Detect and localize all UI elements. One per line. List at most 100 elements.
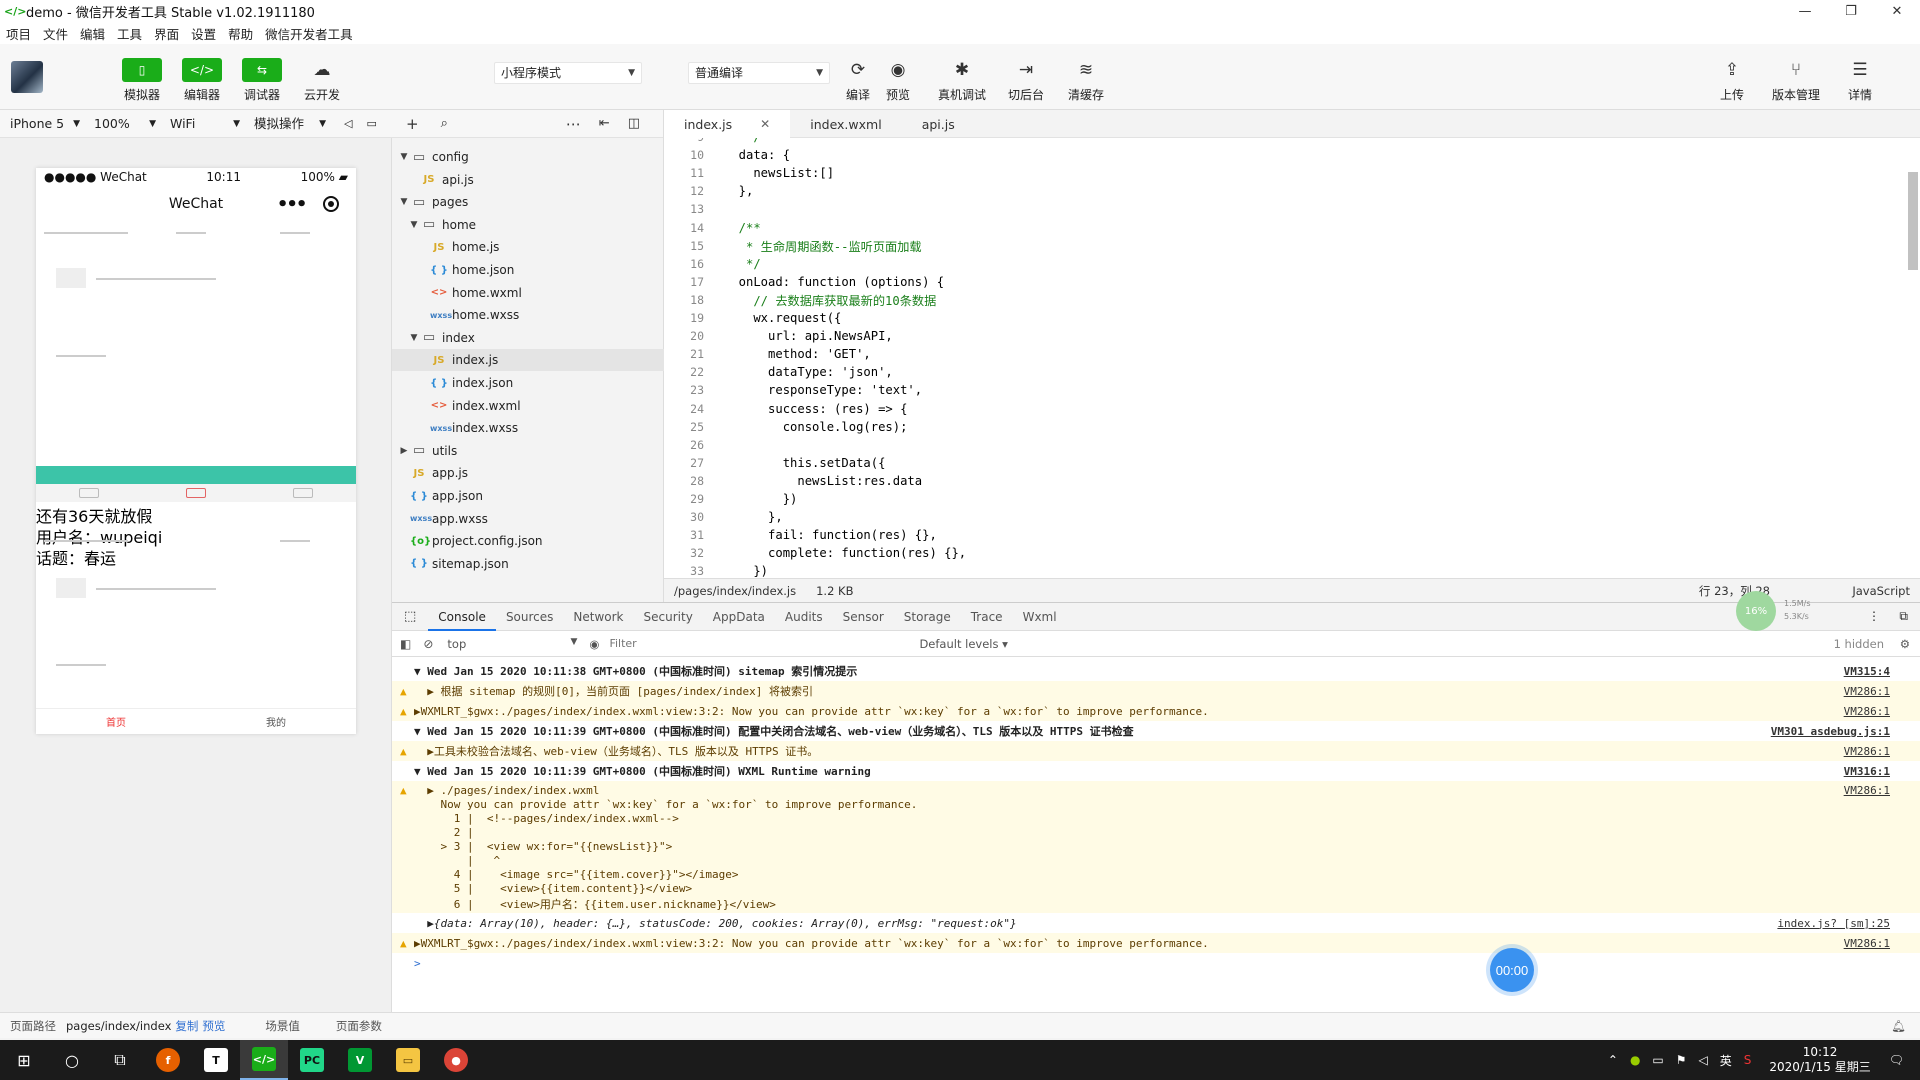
volume-tray-icon[interactable]: ◁	[1699, 1053, 1708, 1067]
tree-file[interactable]: {o} project.config.json	[392, 530, 664, 552]
notification-icon[interactable]: 🗨︎	[1889, 1053, 1904, 1067]
debugger-button[interactable]: ⇆ 调试器	[234, 58, 290, 103]
menu-settings[interactable]: 设置	[191, 24, 216, 43]
console-filter-input[interactable]	[609, 633, 920, 654]
tab-mine[interactable]: 我的	[266, 714, 286, 729]
devtools-tab-sensor[interactable]: Sensor	[833, 603, 894, 631]
devtools-tab-appdata[interactable]: AppData	[703, 603, 775, 631]
chrome-icon[interactable]: ●	[432, 1040, 480, 1080]
console-output[interactable]: ▼ Wed Jan 15 2020 10:11:38 GMT+0800 (中国标…	[392, 659, 1920, 1013]
menu-wechat-devtools[interactable]: 微信开发者工具	[265, 24, 353, 43]
windows-start-icon[interactable]: ⊞	[0, 1040, 48, 1080]
tree-folder[interactable]: ▼ ▭ home	[392, 214, 664, 236]
tree-file[interactable]: { } index.json	[392, 372, 664, 394]
version-button[interactable]: ⑂ 版本管理	[1768, 58, 1824, 103]
devtools-tab-security[interactable]: Security	[634, 603, 703, 631]
preview-link[interactable]: 预览	[202, 1018, 225, 1034]
tab-index-wxml[interactable]: index.wxml	[790, 110, 901, 138]
scene-button[interactable]: 场景值	[265, 1018, 300, 1034]
console-warn-row[interactable]: ▲ ▶WXMLRT_$gwx:./pages/index/index.wxml:v…	[392, 933, 1920, 953]
preview-button[interactable]: ◉ 预览	[870, 58, 926, 103]
tree-file[interactable]: { } home.json	[392, 259, 664, 281]
simulator-button[interactable]: ▯ 模拟器	[114, 58, 170, 103]
capsule-menu[interactable]: •••	[268, 192, 348, 216]
console-source-link[interactable]: VM286:1	[1844, 937, 1890, 950]
devtools-tab-network[interactable]: Network	[563, 603, 633, 631]
mode-select[interactable]: 小程序模式 ▼	[494, 62, 642, 84]
menu-view[interactable]: 界面	[154, 24, 179, 43]
network-select[interactable]: WiFi ▼	[160, 110, 244, 138]
firefox-icon[interactable]: f	[144, 1040, 192, 1080]
system-clock[interactable]: 10:12 2020/1/15 星期三	[1769, 1045, 1870, 1075]
language-mode[interactable]: JavaScript	[1852, 584, 1910, 598]
collapse-icon[interactable]: ⇤	[599, 116, 610, 131]
devtools-tab-console[interactable]: Console	[428, 603, 496, 631]
tab-index-js[interactable]: index.js ✕	[664, 110, 791, 138]
tree-folder[interactable]: ▶ ▭ utils	[392, 440, 664, 462]
console-source-link[interactable]: VM301 asdebug.js:1	[1771, 725, 1890, 738]
menu-edit[interactable]: 编辑	[80, 24, 105, 43]
eye-icon[interactable]: ◉	[589, 637, 599, 651]
volume-icon[interactable]: ◁	[344, 117, 352, 130]
timer-bubble[interactable]: 00:00	[1490, 948, 1534, 992]
console-log-row[interactable]: ▶{data: Array(10), header: {…}, statusCo…	[392, 913, 1920, 933]
copy-link[interactable]: 复制	[175, 1018, 198, 1034]
inspect-icon[interactable]: ⬚	[404, 609, 416, 624]
zoom-select[interactable]: 100% ▼	[84, 110, 160, 138]
console-group-row[interactable]: ▼ Wed Jan 15 2020 10:11:39 GMT+0800 (中国标…	[392, 721, 1920, 741]
tree-file[interactable]: JS app.js	[392, 462, 664, 484]
file-explorer-icon[interactable]: ▭	[384, 1040, 432, 1080]
task-view-icon[interactable]: ⧉	[96, 1040, 144, 1080]
operation-select[interactable]: 模拟操作 ▼	[244, 110, 330, 138]
console-source-link[interactable]: VM286:1	[1844, 705, 1890, 718]
vim-icon[interactable]: V	[336, 1040, 384, 1080]
menu-file[interactable]: 文件	[43, 24, 68, 43]
console-source-link[interactable]: VM315:4	[1844, 665, 1890, 678]
bell-icon[interactable]: 🔔︎	[1891, 1019, 1906, 1033]
params-button[interactable]: 页面参数	[336, 1018, 382, 1034]
console-warn-row[interactable]: ▲ ▶ 根据 sitemap 的规则[0]，当前页面 [pages/index/…	[392, 681, 1920, 701]
scrollbar[interactable]	[1908, 172, 1918, 270]
console-source-link[interactable]: VM286:1	[1844, 745, 1890, 758]
undock-icon[interactable]: ⧉	[1899, 609, 1908, 624]
devtools-tab-sources[interactable]: Sources	[496, 603, 563, 631]
sidebar-toggle-icon[interactable]: ◧	[400, 637, 411, 651]
layout-icon[interactable]: ◫	[628, 116, 640, 131]
more-icon[interactable]: ⋯	[566, 115, 581, 133]
menu-project[interactable]: 项目	[6, 24, 31, 43]
code-area[interactable]: 9 */10 data: {11 newsList:[]12 },1314 /*…	[664, 138, 1920, 578]
tree-file[interactable]: <> home.wxml	[392, 282, 664, 304]
devtools-tab-audits[interactable]: Audits	[775, 603, 833, 631]
menu-tools[interactable]: 工具	[117, 24, 142, 43]
background-button[interactable]: ⇥ 切后台	[998, 58, 1054, 103]
tree-file[interactable]: JS home.js	[392, 236, 664, 258]
tree-file[interactable]: { } sitemap.json	[392, 553, 664, 575]
wechat-tray-icon[interactable]: ●	[1630, 1053, 1640, 1067]
network-tray-icon[interactable]: ⚑	[1676, 1053, 1687, 1067]
tree-folder[interactable]: ▼ ▭ config	[392, 146, 664, 168]
close-icon[interactable]: ✕	[760, 117, 770, 131]
console-source-link[interactable]: VM286:1	[1844, 784, 1890, 797]
tab-home[interactable]: 首页	[106, 714, 126, 729]
console-source-link[interactable]: VM286:1	[1844, 685, 1890, 698]
console-source-link[interactable]: index.js? [sm]:25	[1777, 917, 1890, 930]
tree-file[interactable]: wxss index.wxss	[392, 417, 664, 439]
upload-button[interactable]: ⇪ 上传	[1704, 58, 1760, 103]
levels-select[interactable]: Default levels ▾	[919, 637, 1007, 651]
rotate-icon[interactable]: ▭	[366, 117, 376, 130]
tree-folder[interactable]: ▼ ▭ index	[392, 327, 664, 349]
close-window-button[interactable]: ✕	[1874, 0, 1920, 22]
console-warn-row[interactable]: ▲ ▶WXMLRT_$gwx:./pages/index/index.wxml:v…	[392, 701, 1920, 721]
tab-api-js[interactable]: api.js	[902, 110, 975, 138]
sogou-tray-icon[interactable]: S	[1744, 1053, 1752, 1067]
avatar[interactable]	[11, 61, 43, 93]
more-icon[interactable]: •••	[277, 194, 307, 215]
tray-expand-icon[interactable]: ⌃	[1608, 1053, 1618, 1067]
compile-mode-select[interactable]: 普通编译 ▼	[688, 62, 830, 84]
clear-console-icon[interactable]: ⊘	[423, 637, 433, 651]
devtools-tab-wxml[interactable]: Wxml	[1013, 603, 1067, 631]
tree-file[interactable]: JS api.js	[392, 169, 664, 191]
wechat-devtools-icon[interactable]: </>	[240, 1040, 288, 1080]
console-prompt-row[interactable]: >	[392, 953, 1920, 973]
devtools-tab-storage[interactable]: Storage	[894, 603, 961, 631]
